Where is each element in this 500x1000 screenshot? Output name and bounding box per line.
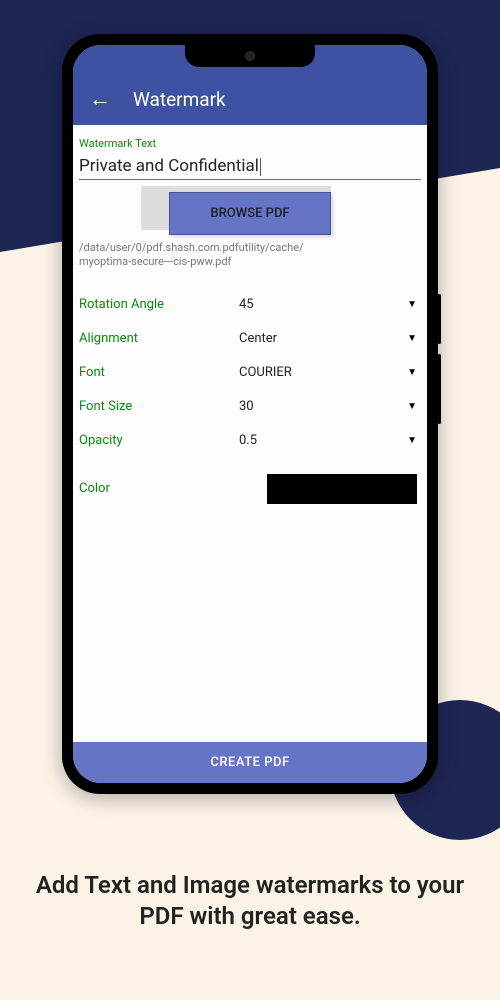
rotation-label: Rotation Angle [79, 297, 239, 312]
opacity-value: 0.5 [239, 433, 407, 448]
color-row[interactable]: Color [79, 472, 421, 506]
alignment-row[interactable]: Alignment Center ▼ [79, 322, 421, 356]
phone-notch [185, 45, 315, 67]
phone-side-button [438, 354, 441, 424]
rotation-angle-row[interactable]: Rotation Angle 45 ▼ [79, 288, 421, 322]
alignment-label: Alignment [79, 331, 239, 346]
dropdown-caret-icon: ▼ [407, 299, 417, 310]
dropdown-caret-icon: ▼ [407, 333, 417, 344]
watermark-text-input[interactable]: Private and Confidential [79, 156, 259, 176]
create-pdf-button[interactable]: CREATE PDF [73, 742, 427, 783]
back-arrow-icon[interactable]: ← [89, 89, 111, 111]
font-value: COURIER [239, 365, 407, 380]
color-swatch[interactable] [267, 474, 417, 504]
fontsize-value: 30 [239, 399, 407, 414]
rotation-value: 45 [239, 297, 407, 312]
alignment-value: Center [239, 331, 407, 346]
color-label: Color [79, 481, 239, 496]
phone-frame: ← Watermark Watermark Text Private and C… [62, 34, 438, 794]
dropdown-caret-icon: ▼ [407, 435, 417, 446]
font-row[interactable]: Font COURIER ▼ [79, 356, 421, 390]
content-area: Watermark Text Private and Confidential … [73, 125, 427, 742]
text-cursor [260, 158, 261, 176]
selected-file-path: /data/user/0/pdf.shash.com.pdfutility/ca… [79, 241, 421, 270]
promo-caption: Add Text and Image watermarks to your PD… [0, 870, 500, 932]
browse-pdf-button[interactable]: BROWSE PDF [169, 192, 330, 235]
dropdown-caret-icon: ▼ [407, 401, 417, 412]
phone-screen: ← Watermark Watermark Text Private and C… [73, 45, 427, 783]
phone-side-button [438, 294, 441, 344]
dropdown-caret-icon: ▼ [407, 367, 417, 378]
watermark-text-label: Watermark Text [79, 137, 421, 150]
fontsize-label: Font Size [79, 399, 239, 414]
opacity-label: Opacity [79, 433, 239, 448]
fontsize-row[interactable]: Font Size 30 ▼ [79, 390, 421, 424]
opacity-row[interactable]: Opacity 0.5 ▼ [79, 424, 421, 458]
page-title: Watermark [133, 88, 226, 111]
font-label: Font [79, 365, 239, 380]
